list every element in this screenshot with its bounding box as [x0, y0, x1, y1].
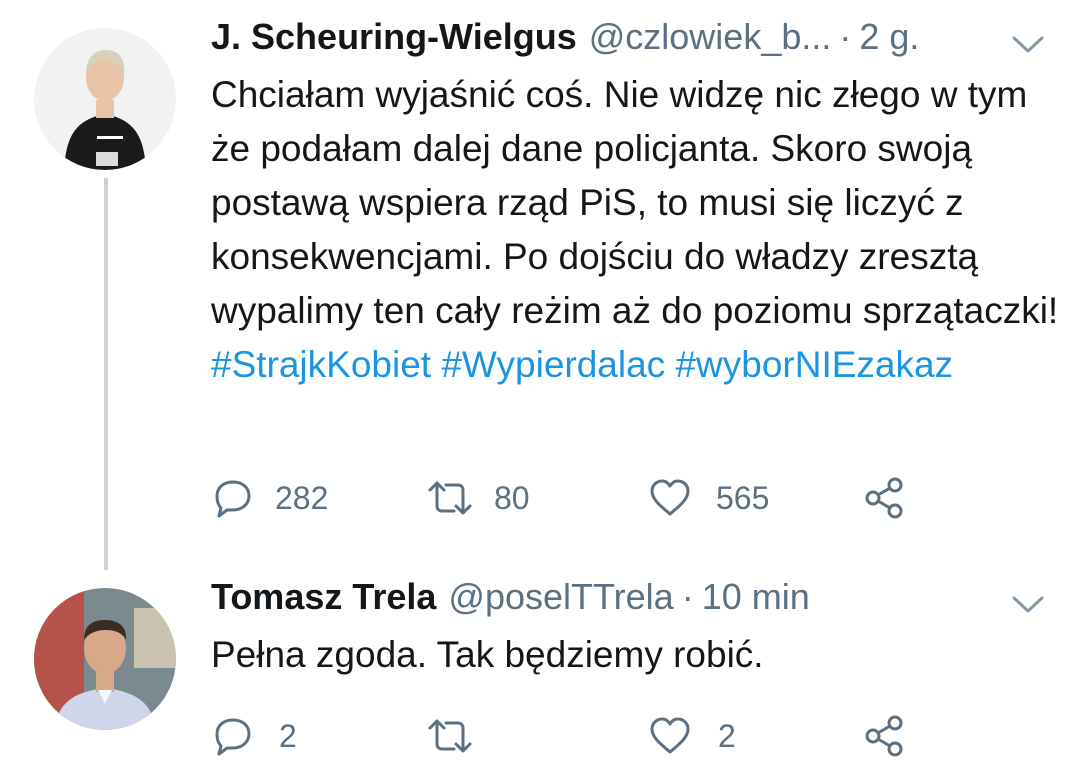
heart-icon [650, 479, 690, 516]
like-button[interactable]: 565 [648, 473, 769, 523]
retweet-icon [428, 481, 472, 515]
share-button[interactable] [863, 711, 907, 761]
thread-connector-line [104, 178, 108, 570]
reply-icon [215, 480, 251, 518]
share-icon [865, 477, 903, 519]
retweet-icon [428, 719, 472, 753]
author-name[interactable]: J. Scheuring-Wielgus [211, 16, 577, 58]
retweet-button[interactable] [426, 711, 496, 761]
tweet-text: Pełna zgoda. Tak będziemy robić. [211, 628, 1061, 682]
reply-icon [215, 718, 251, 756]
tweet-actions: 2 2 [213, 711, 973, 761]
hashtag-link[interactable]: #StrajkKobiet [211, 344, 431, 385]
reply-button[interactable]: 2 [213, 711, 297, 761]
avatar[interactable] [34, 588, 176, 730]
tweet-text-plain: Pełna zgoda. Tak będziemy robić. [211, 634, 764, 675]
author-handle[interactable]: @czlowiek_b... [589, 16, 832, 58]
tweet-header: J. Scheuring-Wielgus @czlowiek_b... · 2 … [211, 16, 919, 62]
like-count: 565 [716, 479, 770, 516]
retweet-button[interactable]: 80 [426, 473, 530, 523]
timestamp[interactable]: 2 g. [859, 16, 919, 58]
share-button[interactable] [863, 473, 907, 523]
reply-button[interactable]: 282 [213, 473, 328, 523]
like-count: 2 [718, 717, 736, 754]
tweet-text-plain: Chciałam wyjaśnić coś. Nie widzę nic złe… [211, 74, 1059, 331]
reply-count: 282 [275, 479, 329, 516]
tweet-actions: 282 80 565 [213, 473, 973, 523]
chevron-down-icon[interactable] [1008, 32, 1048, 58]
retweet-count: 80 [494, 479, 530, 516]
author-name[interactable]: Tomasz Trela [211, 576, 436, 618]
like-button[interactable]: 2 [648, 711, 736, 761]
share-icon [865, 715, 903, 757]
timestamp[interactable]: 10 min [702, 576, 810, 618]
tweet-header: Tomasz Trela @poselTTrela · 10 min [211, 576, 810, 622]
hashtag-link[interactable]: #Wypierdalac [441, 344, 665, 385]
separator-dot: · [839, 16, 852, 57]
reply-count: 2 [279, 717, 297, 754]
author-handle[interactable]: @poselTTrela [448, 576, 673, 618]
tweet-text: Chciałam wyjaśnić coś. Nie widzę nic złe… [211, 68, 1061, 392]
heart-icon [650, 717, 690, 754]
hashtag-link[interactable]: #wyborNIEzakaz [675, 344, 953, 385]
separator-dot: · [681, 576, 694, 617]
chevron-down-icon[interactable] [1008, 592, 1048, 618]
avatar[interactable] [34, 28, 176, 170]
